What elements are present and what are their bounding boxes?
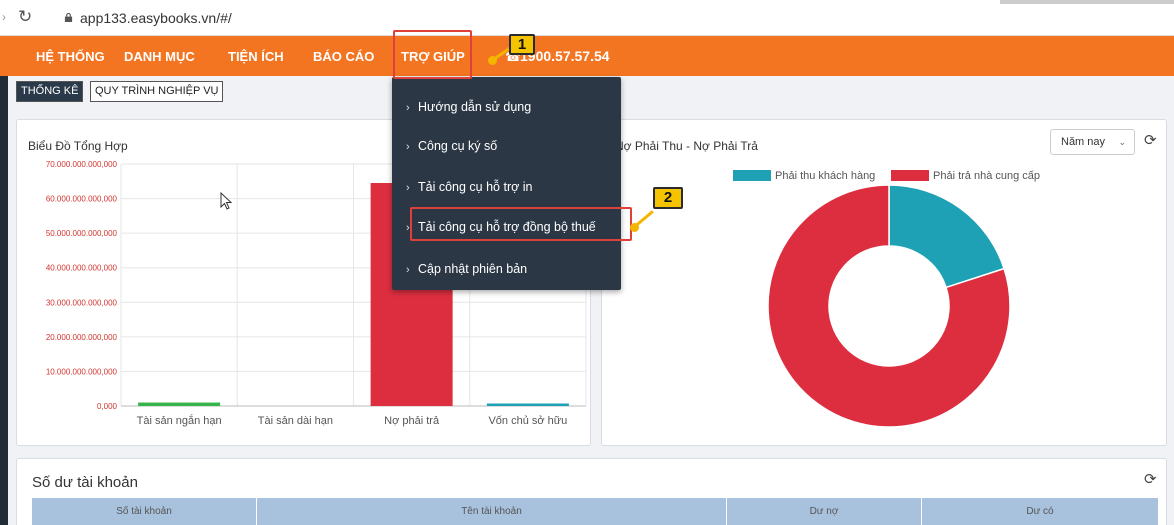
y-tick-label: 20.000.000.000,000 [46, 333, 118, 342]
column-header[interactable]: Tên tài khoản [257, 498, 727, 525]
y-tick-label: 0,000 [97, 402, 118, 411]
column-header[interactable]: Dư nợ [727, 498, 922, 525]
chevron-right-icon: › [406, 102, 410, 114]
forward-icon[interactable]: › [2, 10, 6, 24]
menu-item-tai-cong-cu-in[interactable]: › Tải công cụ hỗ trợ in [406, 180, 533, 194]
x-tick-label: Tài sản dài hạn [258, 415, 333, 427]
lock-icon [64, 13, 73, 22]
bar[interactable] [138, 402, 221, 406]
y-tick-label: 70.000.000.000,000 [46, 160, 118, 169]
url-text[interactable]: app133.easybooks.vn/#/ [80, 10, 232, 26]
app-window: › ↻ app133.easybooks.vn/#/ HỆ THỐNG DANH… [0, 0, 1174, 525]
browser-address-bar: › ↻ app133.easybooks.vn/#/ [0, 0, 1174, 36]
highlight-dong-bo-thue [410, 207, 632, 241]
scroll-indicator [1000, 0, 1174, 4]
x-tick-label: Vốn chủ sở hữu [488, 415, 567, 427]
callout-dot [488, 56, 497, 65]
callout-step-1: 1 [509, 34, 535, 55]
left-sidebar-edge [0, 76, 8, 525]
chevron-right-icon: › [406, 264, 410, 276]
reload-icon[interactable]: ↻ [18, 7, 32, 27]
balance-table-header: Số tài khoản Tên tài khoản Dư nợ Dư có [32, 498, 1158, 525]
y-tick-label: 60.000.000.000,000 [46, 195, 118, 204]
legend-swatch[interactable] [891, 170, 929, 181]
chevron-down-icon: ⌄ [1118, 137, 1126, 147]
legend-swatch[interactable] [733, 170, 771, 181]
x-tick-label: Nợ phải trả [384, 415, 440, 427]
legend-label: Phải thu khách hàng [775, 170, 875, 182]
donut-chart: Phải thu khách hàng Phải trả nhà cung cấp [733, 170, 1040, 428]
y-tick-label: 10.000.000.000,000 [46, 367, 118, 376]
refresh-icon[interactable]: ⟳ [1144, 131, 1157, 149]
bar[interactable] [486, 403, 569, 407]
tab-quy-trinh[interactable]: QUY TRÌNH NGHIỆP VỤ [90, 81, 224, 102]
legend-label: Phải trả nhà cung cấp [933, 170, 1040, 182]
mouse-cursor-icon [220, 192, 232, 210]
tab-thong-ke[interactable]: THỐNG KÊ [16, 81, 84, 102]
chevron-right-icon: › [406, 182, 410, 194]
donut-chart-title: Nợ Phải Thu - Nợ Phải Trả [615, 139, 758, 153]
callout-step-2: 2 [653, 187, 683, 209]
menu-item-label: Cập nhật phiên bản [418, 262, 528, 276]
donut-slice[interactable] [888, 184, 1006, 289]
balance-refresh-icon[interactable]: ⟳ [1144, 470, 1157, 488]
y-tick-label: 40.000.000.000,000 [46, 264, 118, 273]
column-header[interactable]: Dư có [922, 498, 1158, 525]
y-tick-label: 50.000.000.000,000 [46, 229, 118, 238]
nav-tien-ich[interactable]: TIỆN ÍCH [228, 49, 284, 64]
menu-item-huong-dan[interactable]: › Hướng dẫn sử dụng [406, 100, 531, 114]
period-select-value: Năm nay [1061, 136, 1106, 148]
y-tick-label: 30.000.000.000,000 [46, 298, 118, 307]
highlight-tro-giup [393, 30, 472, 79]
nav-he-thong[interactable]: HỆ THỐNG [36, 49, 105, 64]
main-navbar: HỆ THỐNG DANH MỤC TIỆN ÍCH BÁO CÁO TRỢ G… [0, 36, 1174, 76]
menu-item-cap-nhat[interactable]: › Cập nhật phiên bản [406, 262, 527, 276]
callout-dot [630, 223, 639, 232]
nav-bao-cao[interactable]: BÁO CÁO [313, 49, 374, 64]
x-tick-label: Tài sản ngắn hạn [137, 414, 222, 427]
column-header[interactable]: Số tài khoản [32, 498, 257, 525]
menu-item-label: Hướng dẫn sử dụng [418, 100, 532, 114]
menu-item-label: Công cụ ký số [418, 139, 498, 153]
help-dropdown-menu: › Hướng dẫn sử dụng › Công cụ ký số › Tải c… [392, 77, 621, 290]
menu-item-label: Tải công cụ hỗ trợ in [418, 180, 533, 194]
balance-title: Số dư tài khoản [32, 474, 138, 491]
chevron-right-icon: › [406, 141, 410, 153]
menu-item-cong-cu-ky-so[interactable]: › Công cụ ký số [406, 139, 497, 153]
nav-danh-muc[interactable]: DANH MỤC [124, 49, 195, 64]
period-select[interactable]: Năm nay ⌄ [1050, 129, 1135, 155]
